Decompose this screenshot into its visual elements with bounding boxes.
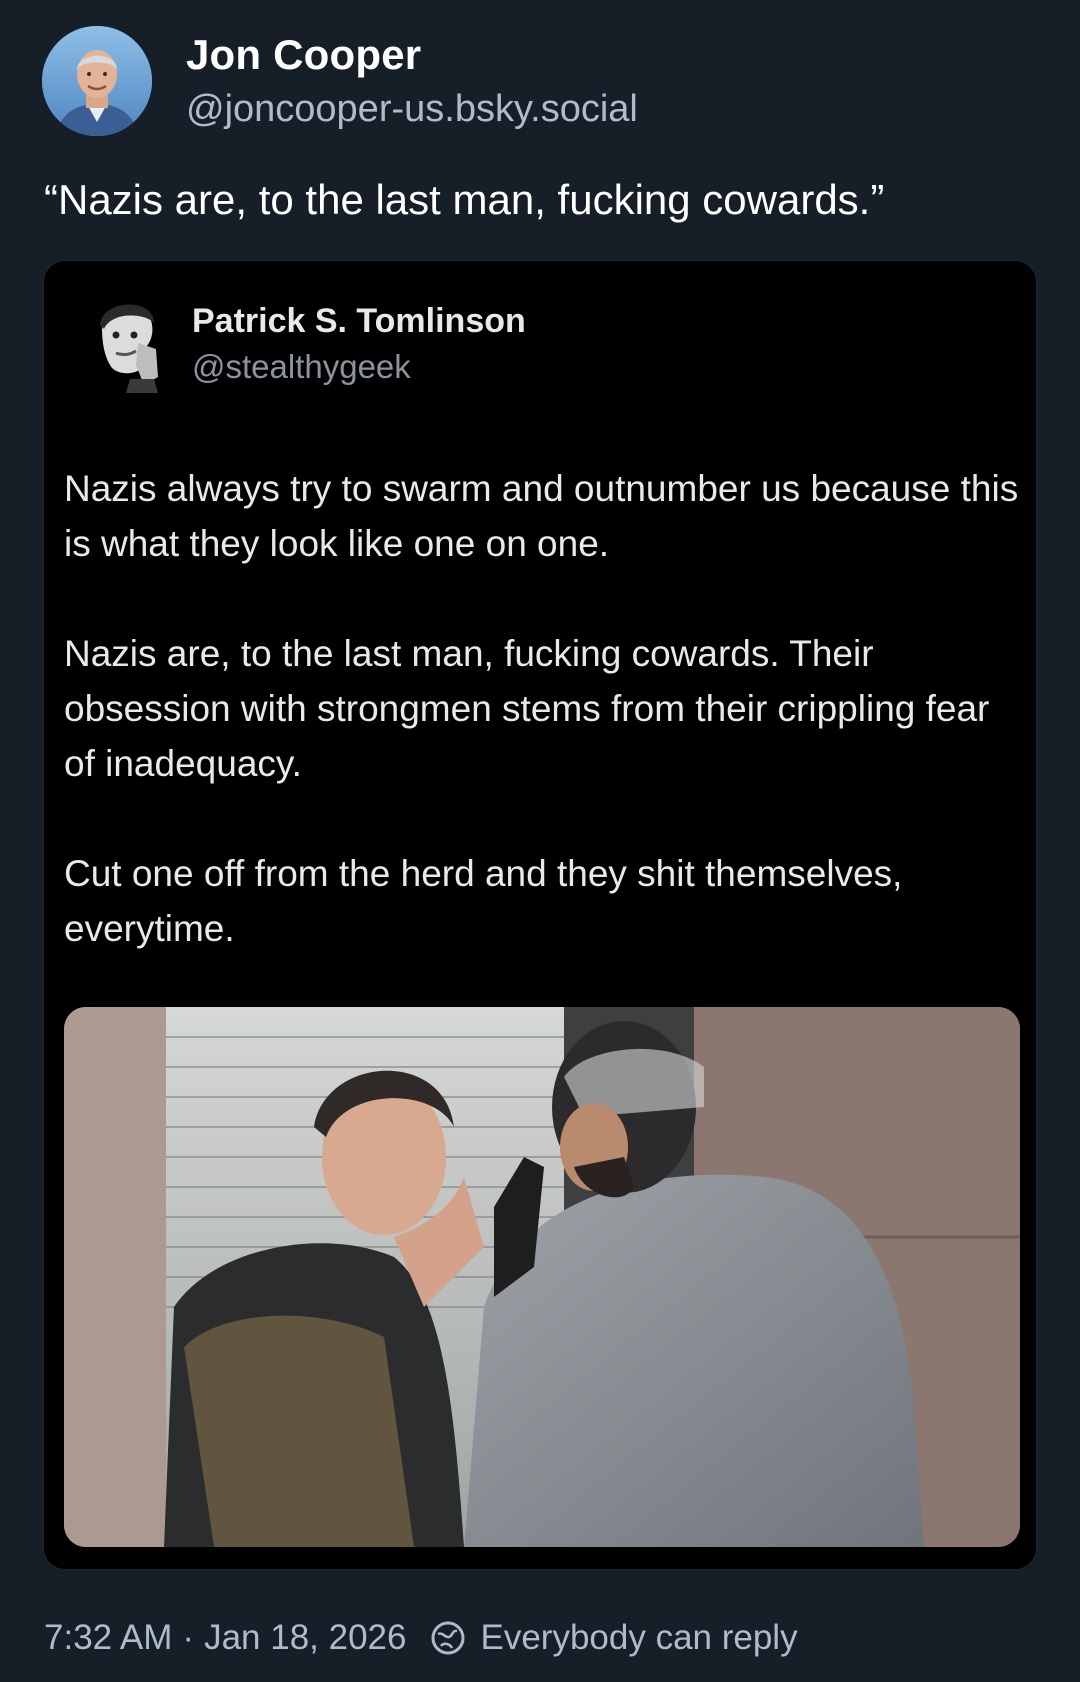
post-date[interactable]: Jan 18, 2026 (204, 1614, 406, 1662)
embed-paragraph: Nazis are, to the last man, fucking cowa… (64, 633, 990, 784)
avatar-photo-icon (42, 26, 152, 136)
embed-avatar-icon (96, 295, 160, 393)
globe-reply-icon (431, 1621, 465, 1655)
post-meta: 7:32 AM · Jan 18, 2026 Everybody can rep… (44, 1614, 798, 1662)
author-avatar[interactable] (42, 26, 152, 136)
embed-photo (64, 1007, 1020, 1547)
post-text: “Nazis are, to the last man, fucking cow… (44, 176, 885, 223)
post-author[interactable]: Jon Cooper @joncooper-us.bsky.social (42, 26, 638, 136)
embed-author: Patrick S. Tomlinson @stealthygeek (96, 295, 526, 393)
author-display-name[interactable]: Jon Cooper (186, 29, 638, 81)
embed-author-name: Patrick S. Tomlinson (192, 302, 526, 340)
embed-paragraph: Cut one off from the herd and they shit … (64, 853, 903, 949)
embed-author-handle: @stealthygeek (192, 348, 411, 385)
embed-paragraph: Nazis always try to swarm and outnumber … (64, 468, 1019, 564)
reply-setting[interactable]: Everybody can reply (480, 1614, 797, 1662)
author-handle[interactable]: @joncooper-us.bsky.social (186, 85, 638, 133)
street-confrontation-photo (64, 1007, 1020, 1547)
post-time[interactable]: 7:32 AM (44, 1614, 172, 1662)
embedded-image-card[interactable]: Patrick S. Tomlinson @stealthygeek Nazis… (43, 260, 1037, 1570)
post-container: Jon Cooper @joncooper-us.bsky.social “Na… (0, 0, 1080, 1682)
embed-body: Nazis always try to swarm and outnumber … (64, 461, 1024, 1011)
meta-separator: · (182, 1618, 195, 1657)
